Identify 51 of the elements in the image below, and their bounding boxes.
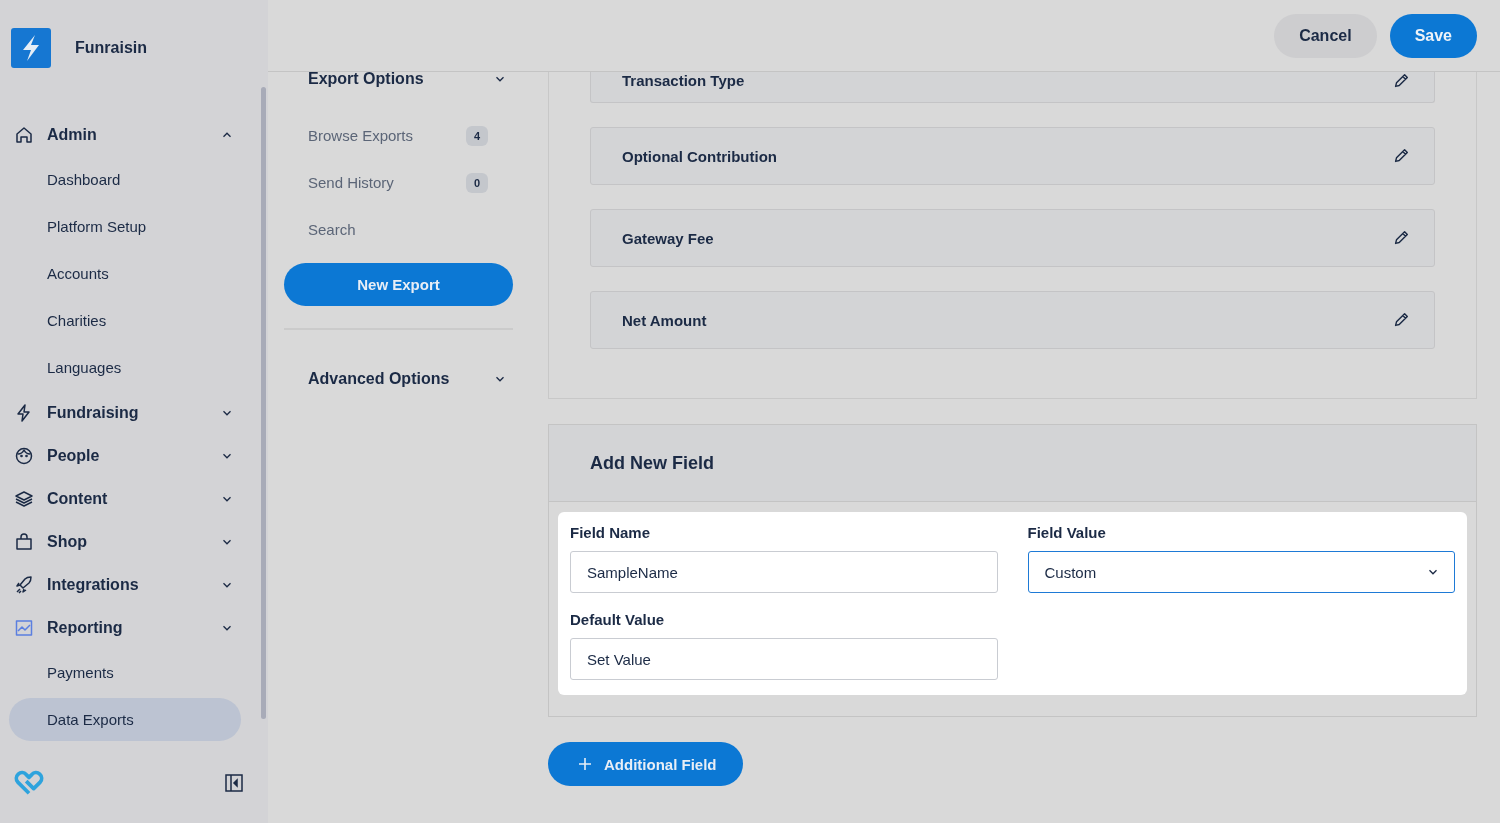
default-value-input[interactable]: Set Value xyxy=(570,638,998,680)
nav-link[interactable]: Browse Exports xyxy=(308,127,414,144)
count-badge: 4 xyxy=(465,125,488,146)
rocket-icon xyxy=(14,574,34,595)
sidebar-item[interactable]: Accounts xyxy=(9,252,241,295)
nav-link[interactable]: Send History xyxy=(308,174,394,191)
sidebar-section[interactable]: Content xyxy=(0,477,268,520)
additional-field-button[interactable]: Additional Field xyxy=(548,742,743,786)
sidebar-item[interactable]: Payments xyxy=(9,651,241,694)
edit-icon[interactable] xyxy=(1392,229,1410,247)
sidebar-section[interactable]: Reporting xyxy=(0,606,268,649)
field-label: Default Value xyxy=(570,611,666,628)
collapse-sidebar-icon[interactable] xyxy=(224,773,244,793)
field-value-dropdown[interactable]: Custom xyxy=(1027,551,1455,593)
panel-title: Add New Field xyxy=(590,452,714,474)
sidebar-item[interactable]: Platform Setup xyxy=(9,205,241,248)
face-icon xyxy=(14,445,34,466)
save-button[interactable]: Save xyxy=(1389,13,1477,58)
field-name-input[interactable]: SampleName xyxy=(570,551,998,593)
nav-link[interactable]: Search xyxy=(308,221,356,238)
field-label: Optional Contribution xyxy=(622,147,777,165)
new-export-button[interactable]: New Export xyxy=(284,263,513,306)
sidebar-item[interactable]: Dashboard xyxy=(9,158,241,201)
sidebar-section[interactable]: Admin xyxy=(0,113,268,156)
field-label: Transaction Type xyxy=(622,72,745,89)
section-title: Advanced Options xyxy=(308,370,450,388)
edit-icon[interactable] xyxy=(1392,72,1410,90)
field-label: Field Value xyxy=(1027,524,1107,541)
sidebar-section[interactable]: Integrations xyxy=(0,563,268,606)
chart-icon xyxy=(14,617,34,638)
lightning-logo-icon xyxy=(11,28,51,68)
field-label: Gateway Fee xyxy=(622,229,714,247)
sidebar-section[interactable]: People xyxy=(0,434,268,477)
sidebar-item[interactable]: Data Exports xyxy=(9,698,241,741)
sidebar-item[interactable]: Languages xyxy=(9,346,241,389)
sidebar-item[interactable]: Charities xyxy=(9,299,241,342)
edit-icon[interactable] xyxy=(1392,311,1410,329)
plus-icon xyxy=(578,757,592,771)
heart-logo-icon xyxy=(12,769,46,797)
sidebar-section[interactable]: Fundraising xyxy=(0,391,268,434)
layers-icon xyxy=(14,488,34,509)
brand-name: Funraisin xyxy=(75,39,147,57)
sidebar-section[interactable]: Shop xyxy=(0,520,268,563)
home-icon xyxy=(14,124,34,145)
field-label: Net Amount xyxy=(622,311,707,329)
count-badge: 0 xyxy=(465,172,488,193)
cancel-button[interactable]: Cancel xyxy=(1274,13,1377,58)
field-label: Field Name xyxy=(570,524,652,541)
section-title: Export Options xyxy=(308,70,424,88)
edit-icon[interactable] xyxy=(1392,147,1410,165)
shopping-bag-icon xyxy=(14,531,34,552)
